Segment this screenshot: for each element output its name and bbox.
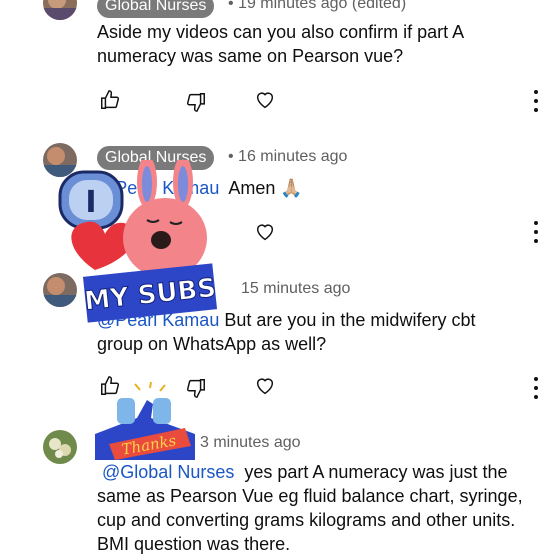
- comment-text: Aside my videos can you also confirm if …: [97, 22, 464, 66]
- more-vert-icon[interactable]: [530, 377, 542, 399]
- comment-timestamp: • 16 minutes ago: [228, 148, 348, 165]
- comment-timestamp: • 19 minutes ago (edited): [228, 0, 407, 12]
- avatar[interactable]: [43, 430, 77, 464]
- heart-icon[interactable]: [252, 373, 278, 399]
- comment-text: @Global Nurses yes part A numeracy was j…: [97, 462, 523, 554]
- thumbs-down-icon[interactable]: [183, 89, 209, 115]
- comment-timestamp: 15 minutes ago: [241, 280, 351, 297]
- mention-link[interactable]: @Global Nurses: [102, 462, 234, 482]
- more-vert-icon[interactable]: [530, 90, 542, 112]
- more-vert-icon[interactable]: [530, 221, 542, 243]
- thumbs-up-icon[interactable]: [97, 87, 123, 113]
- author-chip[interactable]: Global Nurses: [97, 0, 215, 18]
- avatar[interactable]: [43, 0, 77, 20]
- heart-icon[interactable]: [252, 219, 278, 245]
- bunny-sticker: I MY SUBS: [58, 160, 218, 323]
- heart-icon[interactable]: [252, 87, 278, 113]
- thanks-sticker: Thanks: [95, 382, 195, 460]
- comment-timestamp: 3 minutes ago: [200, 434, 301, 451]
- i-badge-label: I: [85, 185, 96, 220]
